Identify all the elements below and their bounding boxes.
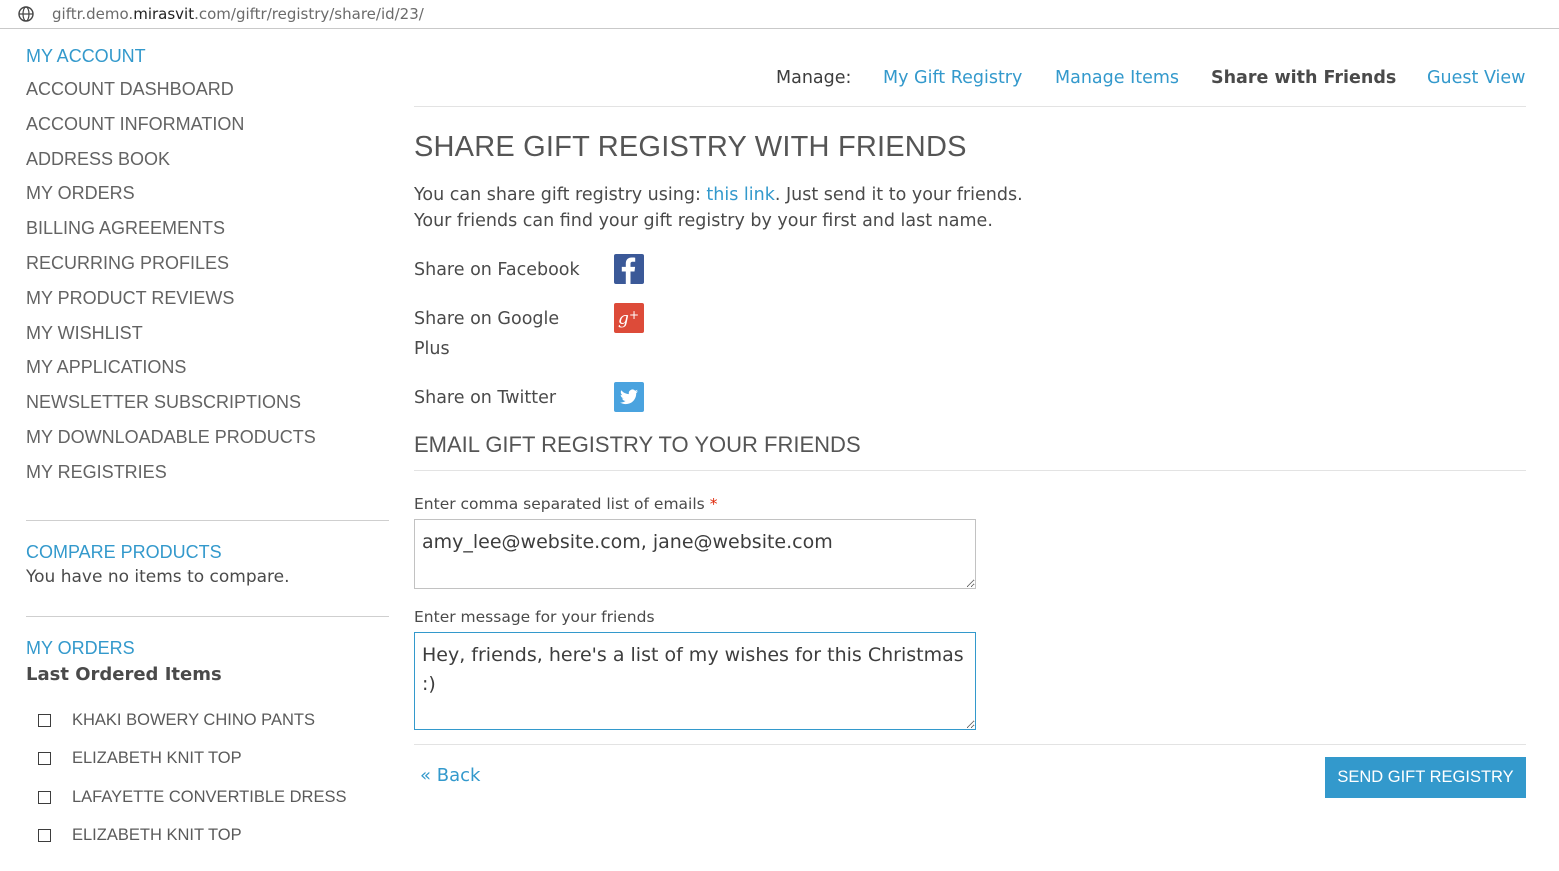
- nav-address-book[interactable]: ADDRESS BOOK: [26, 142, 389, 177]
- browser-address-bar[interactable]: giftr.demo.mirasvit.com/giftr/registry/s…: [0, 0, 1559, 29]
- registry-link[interactable]: this link: [706, 185, 774, 205]
- nav-my-wishlist[interactable]: MY WISHLIST: [26, 316, 389, 351]
- emails-field[interactable]: amy_lee@website.com, jane@website.com: [414, 519, 976, 589]
- list-item: ELIZABETH KNIT TOP: [26, 746, 242, 770]
- nav-divider: [414, 106, 1526, 107]
- url-text[interactable]: giftr.demo.mirasvit.com/giftr/registry/s…: [52, 5, 424, 23]
- order-item-label[interactable]: LAFAYETTE CONVERTIBLE DRESS: [72, 788, 346, 807]
- required-mark: *: [709, 495, 718, 513]
- tab-guest-view[interactable]: Guest View: [1427, 68, 1526, 96]
- item-checkbox[interactable]: [38, 828, 51, 842]
- tab-my-gift-registry[interactable]: My Gift Registry: [883, 68, 1022, 96]
- list-item: LAFAYETTE CONVERTIBLE DRESS: [26, 785, 346, 809]
- share-description: You can share gift registry using: this …: [414, 185, 1023, 205]
- facebook-icon[interactable]: [614, 254, 644, 284]
- back-link[interactable]: « Back: [420, 765, 480, 786]
- emails-field-label: Enter comma separated list of emails *: [414, 495, 718, 513]
- item-checkbox[interactable]: [38, 751, 51, 765]
- tab-manage-items[interactable]: Manage Items: [1055, 68, 1179, 96]
- order-item-label[interactable]: ELIZABETH KNIT TOP: [72, 749, 242, 768]
- account-sidebar: MY ACCOUNT ACCOUNT DASHBOARD ACCOUNT INF…: [26, 40, 389, 844]
- message-field-label: Enter message for your friends: [414, 608, 655, 626]
- account-nav: ACCOUNT DASHBOARD ACCOUNT INFORMATION AD…: [26, 72, 389, 490]
- share-facebook-label: Share on Facebook: [414, 260, 580, 280]
- svg-text:+: +: [629, 308, 639, 322]
- nav-recurring-profiles[interactable]: RECURRING PROFILES: [26, 246, 389, 281]
- send-gift-registry-button[interactable]: SEND GIFT REGISTRY: [1325, 757, 1526, 798]
- order-item-label[interactable]: KHAKI BOWERY CHINO PANTS: [72, 711, 315, 730]
- nav-my-applications[interactable]: MY APPLICATIONS: [26, 350, 389, 385]
- list-item: KHAKI BOWERY CHINO PANTS: [26, 708, 315, 732]
- list-item: ELIZABETH KNIT TOP: [26, 823, 242, 847]
- twitter-icon[interactable]: [614, 382, 644, 412]
- nav-my-orders[interactable]: MY ORDERS: [26, 176, 389, 211]
- share-google-label: Share on Google Plus: [414, 309, 560, 359]
- share-twitter-label: Share on Twitter: [414, 388, 557, 408]
- page-title: SHARE GIFT REGISTRY WITH FRIENDS: [414, 131, 967, 163]
- actions-divider: [414, 744, 1526, 745]
- message-field[interactable]: Hey, friends, here's a list of my wishes…: [414, 632, 976, 730]
- my-orders-title[interactable]: MY ORDERS: [26, 632, 135, 664]
- manage-label: Manage:: [776, 68, 852, 88]
- svg-text:g: g: [618, 309, 629, 329]
- nav-account-information[interactable]: ACCOUNT INFORMATION: [26, 107, 389, 142]
- sidebar-divider: [26, 520, 389, 521]
- nav-my-downloadable-products[interactable]: MY DOWNLOADABLE PRODUCTS: [26, 420, 389, 455]
- email-section-title: EMAIL GIFT REGISTRY TO YOUR FRIENDS: [414, 432, 861, 457]
- nav-my-product-reviews[interactable]: MY PRODUCT REVIEWS: [26, 281, 389, 316]
- nav-billing-agreements[interactable]: BILLING AGREEMENTS: [26, 211, 389, 246]
- order-item-label[interactable]: ELIZABETH KNIT TOP: [72, 826, 242, 845]
- my-account-title: MY ACCOUNT: [26, 46, 146, 66]
- globe-icon: [18, 6, 34, 22]
- nav-newsletter-subscriptions[interactable]: NEWSLETTER SUBSCRIPTIONS: [26, 385, 389, 420]
- section-divider: [414, 470, 1526, 471]
- compare-empty-text: You have no items to compare.: [26, 567, 290, 587]
- last-ordered-items-title: Last Ordered Items: [26, 664, 222, 685]
- compare-products-title[interactable]: COMPARE PRODUCTS: [26, 536, 222, 568]
- google-plus-icon[interactable]: g +: [614, 303, 644, 333]
- item-checkbox[interactable]: [38, 713, 51, 727]
- nav-account-dashboard[interactable]: ACCOUNT DASHBOARD: [26, 72, 389, 107]
- item-checkbox[interactable]: [38, 790, 51, 804]
- tab-share-with-friends[interactable]: Share with Friends: [1211, 68, 1396, 96]
- share-description-line2: Your friends can find your gift registry…: [414, 211, 993, 231]
- sidebar-divider: [26, 616, 389, 617]
- nav-my-registries[interactable]: MY REGISTRIES: [26, 455, 389, 490]
